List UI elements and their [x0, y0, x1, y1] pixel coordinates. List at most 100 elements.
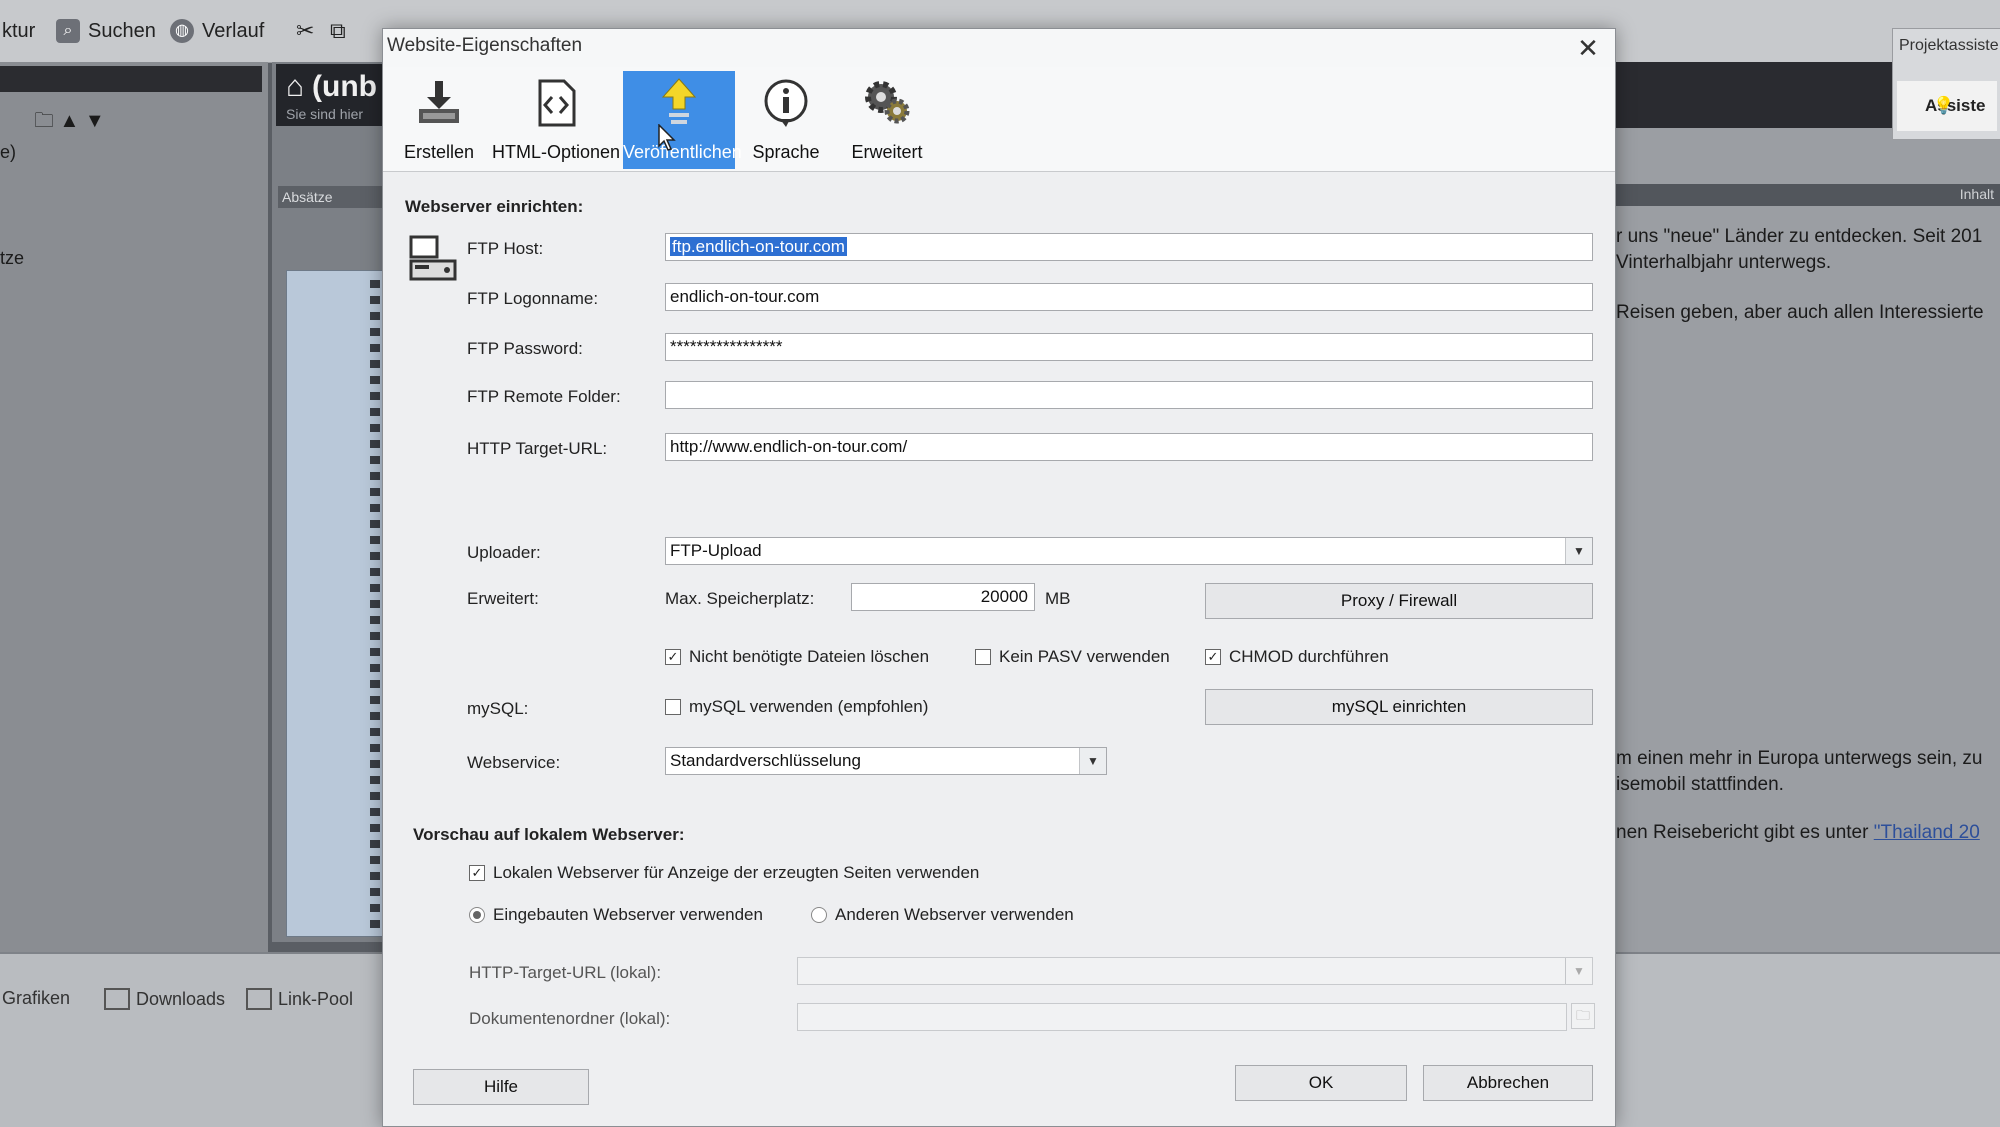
toolbar-suchen-label: Suchen [88, 19, 156, 42]
builtin-server-radio[interactable]: Eingebauten Webserver verwenden [469, 905, 763, 925]
webserver-heading: Webserver einrichten: [405, 197, 584, 216]
webservice-value: Standardverschlüsselung [670, 751, 861, 770]
left-panel-header [0, 66, 262, 92]
ftp-password-input[interactable]: ***************** [665, 333, 1593, 361]
upload-icon [661, 78, 697, 124]
tab-sprache-label: Sprache [752, 142, 820, 162]
max-storage-unit: MB [1045, 589, 1071, 608]
tab-erstellen[interactable]: Erstellen [387, 71, 491, 169]
ok-button[interactable]: OK [1235, 1065, 1407, 1101]
ftp-host-input[interactable]: ftp.endlich-on-tour.com [665, 233, 1593, 261]
toolbar-struktur-label: ktur [2, 19, 36, 42]
use-local-server-checkbox[interactable]: ✓ Lokalen Webserver für Anzeige der erze… [469, 863, 979, 883]
tab-veroeffentlichen[interactable]: Veröffentlichen [623, 71, 742, 169]
absatze-header: Absätze [278, 186, 386, 208]
checkbox-unchecked[interactable] [975, 649, 991, 665]
checkbox-checked[interactable]: ✓ [665, 649, 681, 665]
uploader-select[interactable]: FTP-Upload ▼ [665, 537, 1593, 565]
document-tab[interactable]: ⌂ (unb Sie sind hier [276, 64, 384, 126]
project-assistant-title: Projektassiste [1899, 37, 1999, 54]
http-local-input[interactable]: ▼ [797, 957, 1593, 985]
ftp-login-input[interactable]: endlich-on-tour.com [665, 283, 1593, 311]
tab-sprache[interactable]: Sprache [737, 71, 835, 169]
content-header [1616, 62, 1896, 128]
http-target-input[interactable]: http://www.endlich-on-tour.com/ [665, 433, 1593, 461]
proxy-firewall-button[interactable]: Proxy / Firewall [1205, 583, 1593, 619]
bottom-tab-grafiken[interactable]: Grafiken [2, 988, 70, 1009]
checkbox-checked[interactable]: ✓ [469, 865, 485, 881]
no-pasv-checkbox[interactable]: Kein PASV verwenden [975, 647, 1170, 667]
link-pool-icon [246, 988, 272, 1010]
chevron-down-icon[interactable]: ▼ [1565, 538, 1592, 564]
webservice-select[interactable]: Standardverschlüsselung ▼ [665, 747, 1107, 775]
ftp-host-value: ftp.endlich-on-tour.com [670, 237, 847, 256]
server-icon [409, 235, 457, 281]
assistant-button[interactable]: 💡 Assiste [1897, 81, 1997, 131]
other-server-radio[interactable]: Anderen Webserver verwenden [811, 905, 1074, 925]
document-tab-subtitle: Sie sind hier [286, 106, 364, 122]
content-link[interactable]: "Thailand 20 [1874, 822, 1980, 843]
toolbar-cut[interactable]: ✂ [296, 14, 314, 48]
radio-unselected[interactable] [811, 907, 827, 923]
ftp-remote-input[interactable] [665, 381, 1593, 409]
toolbar-verlauf-label: Verlauf [202, 19, 265, 42]
dialog-title: Website-Eigenschaften [387, 35, 583, 56]
http-target-value: http://www.endlich-on-tour.com/ [670, 437, 908, 456]
mysql-setup-button[interactable]: mySQL einrichten [1205, 689, 1593, 725]
tab-html-optionen[interactable]: HTML-Optionen [491, 71, 621, 169]
chevron-down-icon[interactable]: ▼ [1565, 958, 1592, 984]
website-properties-dialog: Website-Eigenschaften ✕ Erstellen HTML-O… [382, 28, 1616, 1127]
dialog-tabs: Erstellen HTML-Optionen Veröffentlichen … [383, 67, 1615, 172]
toolbar-copy[interactable]: ⧉ [330, 14, 346, 48]
content-line-2: Vinterhalbjahr unterwegs. [1616, 252, 1832, 273]
left-panel: 🗀 ▲ ▼ e) tze [0, 62, 268, 952]
help-button[interactable]: Hilfe [413, 1069, 589, 1105]
ftp-password-value: ***************** [670, 337, 783, 356]
max-storage-input[interactable]: 20000 [851, 583, 1035, 611]
downloads-icon [104, 988, 130, 1010]
max-storage-label: Max. Speicherplatz: [665, 589, 815, 608]
ftp-password-label: FTP Password: [467, 339, 583, 358]
code-icon [538, 79, 576, 127]
use-local-server-label: Lokalen Webserver für Anzeige der erzeug… [493, 863, 980, 882]
chmod-label: CHMOD durchführen [1229, 647, 1389, 666]
scissors-icon: ✂ [296, 18, 315, 43]
checkbox-checked[interactable]: ✓ [1205, 649, 1221, 665]
left-label-2: tze [0, 248, 25, 268]
chmod-checkbox[interactable]: ✓ CHMOD durchführen [1205, 647, 1389, 667]
folder-icon[interactable]: 🗀 ▲ ▼ [34, 106, 105, 140]
max-storage-value: 20000 [980, 587, 1028, 606]
dialog-titlebar[interactable]: Website-Eigenschaften ✕ [383, 29, 1615, 68]
erweitert-label: Erweitert: [467, 589, 539, 608]
close-icon[interactable]: ✕ [1571, 31, 1605, 65]
bottom-tab-downloads[interactable]: Downloads [104, 988, 225, 1010]
cancel-button[interactable]: Abbrechen [1423, 1065, 1593, 1101]
toolbar-suchen[interactable]: ⌕ Suchen [56, 14, 156, 48]
radio-selected[interactable] [469, 907, 485, 923]
uploader-label: Uploader: [467, 543, 541, 562]
tab-erweitert[interactable]: Erweitert [837, 71, 937, 169]
doc-folder-input[interactable] [797, 1003, 1567, 1031]
bottom-tab-linkpool-label: Link-Pool [278, 988, 354, 1009]
delete-unused-label: Nicht benötigte Dateien löschen [689, 647, 930, 666]
download-icon [419, 81, 459, 123]
delete-unused-checkbox[interactable]: ✓ Nicht benötigte Dateien löschen [665, 647, 929, 667]
webservice-label: Webservice: [467, 753, 561, 772]
ftp-login-label: FTP Logonname: [467, 289, 599, 308]
folder-browse-icon[interactable]: 🗀 [1571, 1003, 1595, 1029]
no-pasv-label: Kein PASV verwenden [999, 647, 1170, 666]
content-strip-label: Inhalt [1959, 186, 1994, 202]
checkbox-unchecked[interactable] [665, 699, 681, 715]
toolbar-verlauf[interactable]: ◍ Verlauf [170, 14, 264, 48]
lightbulb-icon: 💡 [1933, 96, 1955, 115]
bottom-tab-linkpool[interactable]: Link-Pool [246, 988, 353, 1010]
chevron-down-icon[interactable]: ▼ [1079, 748, 1106, 774]
globe-icon: ◍ [170, 19, 194, 43]
tab-html-optionen-label: HTML-Optionen [491, 142, 621, 162]
ftp-login-value: endlich-on-tour.com [670, 287, 820, 306]
search-icon: ⌕ [56, 19, 80, 43]
tab-erweitert-label: Erweitert [851, 142, 923, 162]
mysql-use-checkbox[interactable]: mySQL verwenden (empfohlen) [665, 697, 928, 717]
info-icon [764, 79, 808, 127]
toolbar-struktur[interactable]: ktur [2, 14, 35, 48]
